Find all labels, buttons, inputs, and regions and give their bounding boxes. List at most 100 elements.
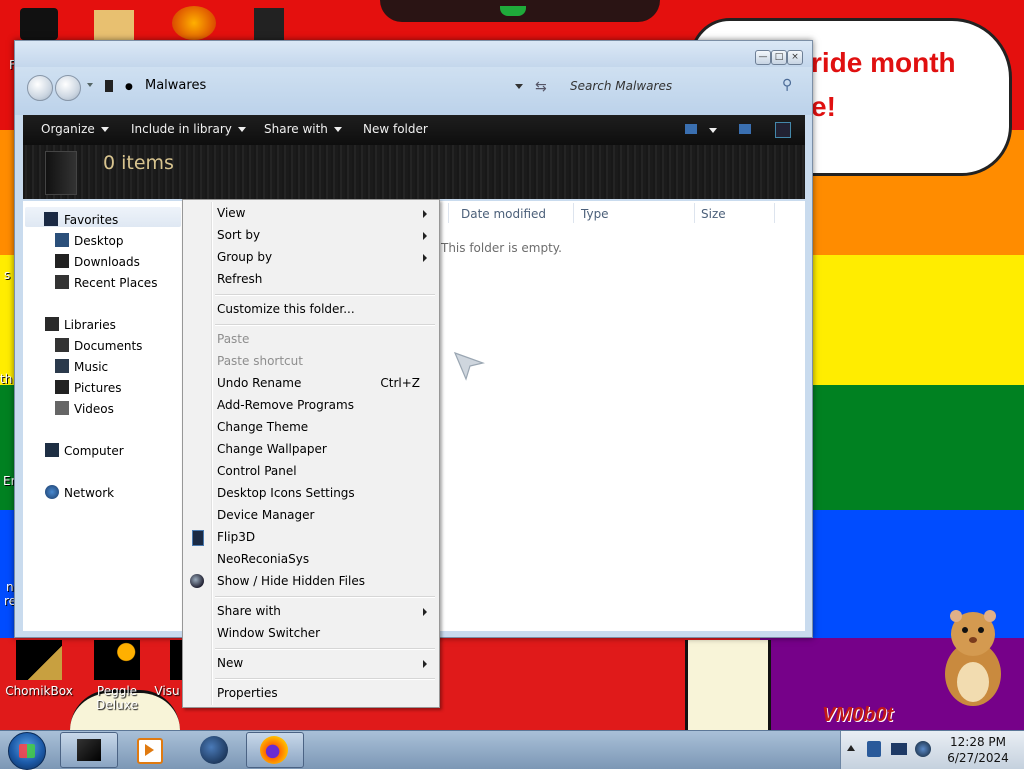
menu-item-share-with[interactable]: Share with (217, 604, 281, 618)
preview-pane-icon[interactable] (739, 124, 751, 134)
nav-item-computer[interactable]: Computer (45, 443, 124, 458)
view-options-icon[interactable] (685, 124, 697, 134)
nav-item-favorites[interactable]: Favorites (44, 212, 118, 227)
nav-item-network[interactable]: Network (45, 485, 115, 500)
forward-button[interactable] (55, 75, 81, 101)
view-options-dropdown-icon[interactable] (709, 128, 717, 133)
clock-time[interactable]: 12:28 PM (948, 735, 1008, 749)
taskbar-button-media[interactable] (122, 732, 180, 768)
desktop-icon-visu[interactable]: Visu (150, 640, 184, 698)
menu-item-neoreconiasys[interactable]: NeoReconiaSys (217, 552, 309, 566)
taskbar-button-globe[interactable] (186, 732, 244, 768)
menu-item-flip3d[interactable]: Flip3D (217, 530, 255, 544)
breadcrumb-separator-icon[interactable]: ● (125, 82, 133, 92)
taskbar-button-firefox[interactable] (246, 732, 304, 768)
back-button[interactable] (27, 75, 53, 101)
nav-item-recent-places[interactable]: Recent Places (55, 275, 157, 290)
taskbar-button-explorer[interactable] (60, 732, 118, 768)
close-button[interactable]: × (787, 50, 803, 65)
windows-logo-icon (19, 744, 35, 758)
menu-item-view[interactable]: View (217, 206, 245, 220)
computer-icon (45, 443, 59, 457)
column-divider[interactable] (694, 203, 695, 223)
recent-pages-chevron-icon[interactable] (87, 83, 93, 87)
column-header-date-modified[interactable]: Date modified (461, 207, 546, 221)
menu-item-new[interactable]: New (217, 656, 243, 670)
downloads-icon (55, 254, 69, 268)
show-hidden-icons-icon[interactable] (847, 745, 855, 751)
menu-item-customize-folder[interactable]: Customize this folder... (217, 302, 355, 316)
start-button[interactable] (8, 732, 46, 770)
menu-item-device-manager[interactable]: Device Manager (217, 508, 314, 522)
search-input[interactable]: Search Malwares (570, 79, 672, 93)
menu-item-group-by[interactable]: Group by (217, 250, 272, 264)
network-icon (45, 485, 59, 499)
column-divider[interactable] (774, 203, 775, 223)
clock-date[interactable]: 6/27/2024 (940, 751, 1016, 765)
menu-item-desktop-icons-settings[interactable]: Desktop Icons Settings (217, 486, 355, 500)
new-folder-button[interactable]: New folder (363, 122, 428, 136)
nav-item-label: Downloads (74, 255, 140, 269)
help-icon[interactable] (775, 122, 791, 138)
include-in-library-button[interactable]: Include in library (131, 122, 246, 136)
share-with-button[interactable]: Share with (264, 122, 342, 136)
refresh-icon[interactable]: ⇆ (535, 79, 547, 95)
column-header-size[interactable]: Size (701, 207, 726, 221)
breadcrumb[interactable]: ● Malwares (105, 76, 535, 98)
tray-app-icon[interactable] (867, 741, 881, 757)
desktop-icon-chomikbox[interactable]: ChomikBox (4, 640, 74, 698)
menu-item-properties[interactable]: Properties (217, 686, 278, 700)
menu-item-change-theme[interactable]: Change Theme (217, 420, 308, 434)
nav-item-documents[interactable]: Documents (55, 338, 142, 353)
nav-item-label: Videos (74, 402, 114, 416)
menu-item-undo-rename[interactable]: Undo Rename (217, 376, 301, 390)
peggle-icon (94, 640, 140, 680)
nav-item-label: Network (64, 486, 115, 500)
organize-button[interactable]: Organize (41, 122, 109, 136)
desktop-icon-peggle[interactable]: Peggle Deluxe (82, 640, 152, 712)
desktop-icon-partial[interactable] (254, 8, 284, 40)
nav-item-pictures[interactable]: Pictures (55, 380, 122, 395)
menu-item-paste-shortcut: Paste shortcut (217, 354, 303, 368)
nav-item-music[interactable]: Music (55, 359, 108, 374)
submenu-arrow-icon (423, 254, 427, 262)
menu-item-shortcut: Ctrl+Z (380, 376, 420, 390)
search-box[interactable]: Search Malwares ⚲ (562, 75, 802, 99)
column-header-type[interactable]: Type (581, 207, 609, 221)
desktop-icon (55, 233, 69, 247)
menu-item-window-switcher[interactable]: Window Switcher (217, 626, 320, 640)
desktop-icon-partial[interactable] (94, 10, 134, 40)
nav-item-desktop[interactable]: Desktop (55, 233, 124, 248)
menu-item-add-remove-programs[interactable]: Add-Remove Programs (217, 398, 354, 412)
desktop-icon-partial[interactable] (172, 6, 216, 40)
explorer-icon (77, 739, 101, 761)
nav-item-libraries[interactable]: Libraries (45, 317, 116, 332)
address-dropdown-icon[interactable] (515, 84, 523, 89)
minimize-button[interactable]: — (755, 50, 771, 65)
column-divider[interactable] (573, 203, 574, 223)
menu-separator (215, 596, 435, 598)
nav-item-videos[interactable]: Videos (55, 401, 114, 416)
breadcrumb-location[interactable]: Malwares (145, 78, 206, 93)
search-icon[interactable]: ⚲ (782, 77, 792, 93)
menu-item-change-wallpaper[interactable]: Change Wallpaper (217, 442, 327, 456)
submenu-arrow-icon (423, 232, 427, 240)
include-in-library-label: Include in library (131, 122, 232, 136)
bubble-text-line1: ride month (811, 47, 956, 78)
maximize-button[interactable]: □ (771, 50, 787, 65)
menu-item-control-panel[interactable]: Control Panel (217, 464, 297, 478)
desktop-icon-partial[interactable] (20, 8, 58, 40)
window-titlebar[interactable]: — □ × (15, 41, 812, 67)
menu-item-refresh[interactable]: Refresh (217, 272, 262, 286)
empty-folder-message: This folder is empty. (441, 241, 562, 255)
hidden-files-icon (190, 574, 204, 588)
volume-icon[interactable] (915, 741, 931, 757)
menu-separator (215, 648, 435, 650)
nav-item-downloads[interactable]: Downloads (55, 254, 140, 269)
globe-icon (200, 736, 228, 764)
flip3d-icon (192, 530, 204, 546)
menu-item-show-hide-hidden-files[interactable]: Show / Hide Hidden Files (217, 574, 365, 588)
network-status-icon[interactable] (891, 743, 907, 755)
column-divider[interactable] (448, 203, 449, 223)
menu-item-sort-by[interactable]: Sort by (217, 228, 260, 242)
